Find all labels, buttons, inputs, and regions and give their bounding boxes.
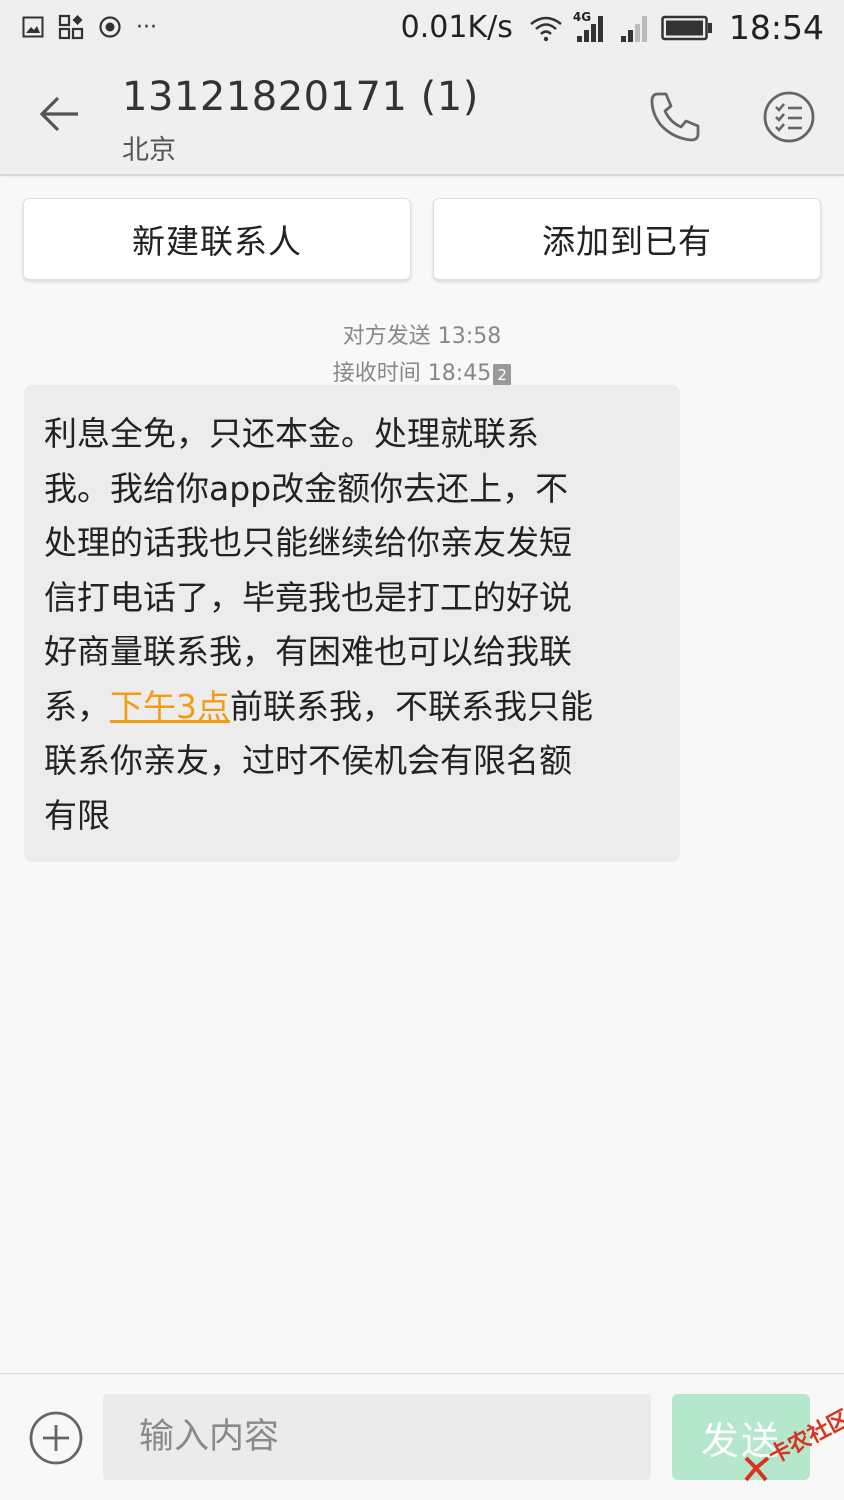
status-bar-notifications: ··· — [22, 14, 157, 40]
net-speed: 0.01K/s — [400, 10, 513, 45]
contact-location: 北京 — [122, 135, 176, 166]
message-line: 处理的话我也只能继续给你亲友发短 — [44, 523, 572, 562]
message-sent-time: 对方发送 13:58 — [342, 324, 502, 349]
signal-4g: 4G — [573, 10, 607, 44]
message-line: 我。我给你app改金额你去还上，不 — [44, 468, 569, 508]
message-line: 系，下午3点前联系我，不联系我只能 — [44, 680, 674, 735]
message-body: 利息全免，只还本金。处理就联系 我。我给你app改金额你去还上，不 处理的话我也… — [44, 407, 674, 843]
message-bubble[interactable]: 利息全免，只还本金。处理就联系 我。我给你app改金额你去还上，不 处理的话我也… — [24, 385, 680, 862]
back-arrow-icon — [39, 96, 78, 132]
add-to-existing-button[interactable]: 添加到已有 — [433, 198, 821, 280]
new-contact-button[interactable]: 新建联系人 — [23, 198, 411, 280]
watermark-mark-icon — [744, 1456, 770, 1482]
list-menu-icon — [763, 91, 815, 143]
time-link[interactable]: 下午3点 — [110, 687, 230, 726]
sim-slot-icon: 2 — [493, 364, 512, 386]
signal-weak-icon — [620, 15, 647, 42]
back-button[interactable] — [30, 84, 90, 144]
signal-icon — [576, 15, 603, 42]
apps-icon — [58, 14, 84, 40]
watermark-logo: 卡农社区 — [740, 1406, 844, 1500]
message-line: 有限 — [44, 795, 110, 835]
attach-button[interactable] — [28, 1410, 84, 1466]
message-line: 联系你亲友，过时不侯机会有限名额 — [44, 741, 572, 780]
message-received-time: 接收时间 18:45 — [332, 361, 492, 386]
conversation-menu-button[interactable] — [758, 86, 820, 148]
clock: 18:54 — [728, 8, 824, 47]
message-received-row: 接收时间 18:45 2 — [0, 355, 844, 387]
status-bar-system: 0.01K/s 4G 18:54 — [401, 8, 824, 47]
image-icon — [22, 16, 44, 38]
call-button[interactable] — [644, 86, 706, 148]
message-line: 信打电话了，毕竟我也是打工的好说 — [44, 577, 572, 617]
message-input[interactable] — [103, 1394, 651, 1480]
message-text-segment: 系， — [44, 686, 110, 726]
message-text-segment: 前联系我，不联系我只能 — [230, 686, 593, 726]
phone-icon — [650, 92, 700, 142]
message-line: 利息全免，只还本金。处理就联系 — [44, 414, 539, 453]
battery-icon — [661, 15, 712, 40]
plus-circle-icon — [29, 1411, 83, 1465]
record-icon — [99, 16, 121, 38]
status-bar: ··· 0.01K/s 4G 18:54 — [0, 0, 844, 56]
wifi-icon — [530, 16, 562, 41]
conversation-header: 13121820171 (1) 北京 — [0, 56, 844, 176]
more-dots-icon: ··· — [136, 14, 157, 40]
message-line: 好商量联系我，有困难也可以给我联 — [44, 632, 572, 671]
contact-number: 13121820171 (1) — [122, 74, 479, 120]
composer-bar: 发送 — [0, 1374, 844, 1500]
